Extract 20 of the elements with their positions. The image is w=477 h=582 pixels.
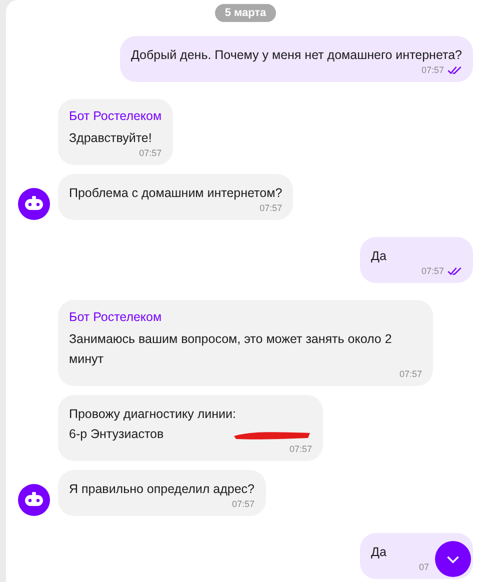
date-chip: 5 марта [214, 4, 276, 22]
message-text: Проблема с домашним интернетом? [69, 185, 282, 202]
message-text: Добрый день. Почему у меня нет домашнего интернета? [130, 47, 462, 64]
message-time: 07:57 [421, 65, 444, 76]
message-text: Я правильно определил адрес? [69, 481, 255, 498]
sender-name: Бот Ростелеком [69, 309, 163, 326]
sender-name: Бот Ростелеком [69, 108, 162, 125]
message-text: Да [371, 544, 386, 561]
message-time: 07:57 [289, 444, 312, 455]
message-text: Здравствуйте! [69, 130, 152, 147]
message-time: 07:57 [421, 266, 444, 277]
message-text: Да [371, 248, 386, 265]
message-time: 07:57 [232, 499, 255, 510]
message-text: Занимаюсь вашим вопросом, это может занять около 2 минут [69, 331, 393, 368]
message-time: 07:57 [399, 369, 422, 380]
message-time: 07:57 [139, 148, 162, 159]
chevron-down-icon [446, 554, 460, 564]
message-text: Провожу диагностику линии: 6-р Энтузиастов [69, 406, 236, 443]
message-time: 07:57 [260, 203, 282, 214]
message-time: 07 [418, 562, 429, 573]
